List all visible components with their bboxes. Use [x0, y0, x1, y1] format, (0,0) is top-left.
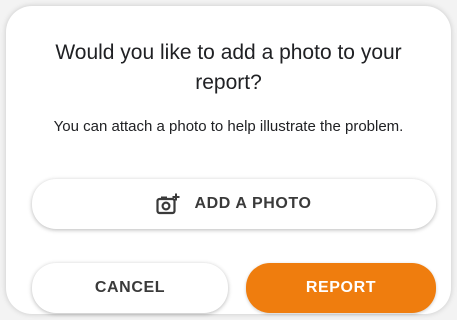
camera-add-icon: [156, 193, 180, 215]
cancel-button[interactable]: CANCEL: [32, 263, 228, 313]
report-button[interactable]: REPORT: [246, 263, 436, 313]
report-label: REPORT: [305, 279, 377, 296]
add-photo-label: ADD A PHOTO: [194, 195, 312, 212]
add-photo-button[interactable]: ADD A PHOTO: [32, 179, 436, 229]
cancel-label: CANCEL: [94, 279, 166, 296]
dialog-title: Would you like to add a photo to your re…: [55, 41, 402, 94]
add-photo-dialog: Would you like to add a photo to your re…: [6, 6, 451, 314]
dialog-message: You can attach a photo to help illustrat…: [53, 118, 404, 135]
